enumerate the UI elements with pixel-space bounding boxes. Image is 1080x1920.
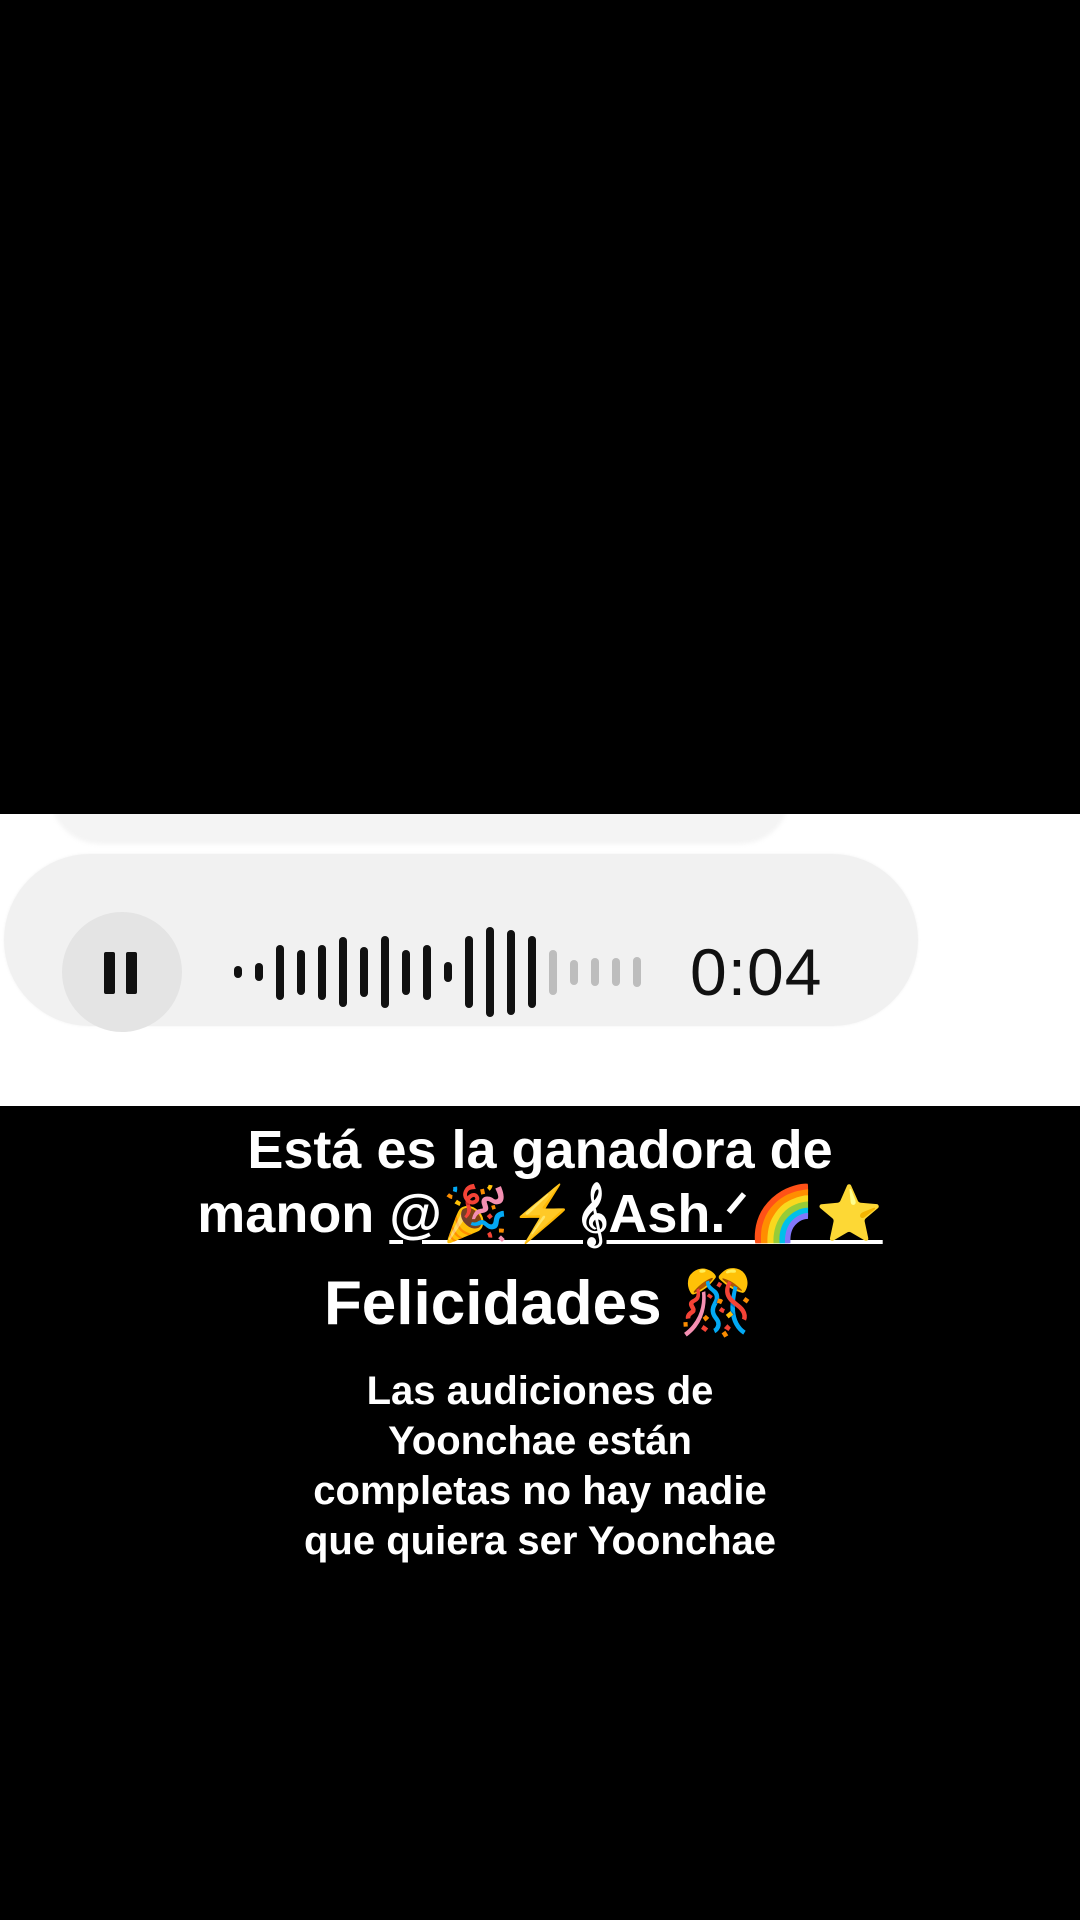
played-waveform-bar bbox=[339, 937, 347, 1007]
played-waveform-bar bbox=[255, 963, 263, 981]
unplayed-waveform-bar bbox=[549, 949, 557, 995]
played-waveform-bar bbox=[276, 944, 284, 1000]
sub-caption-line-2: Yoonchae están bbox=[388, 1419, 692, 1463]
played-waveform-bar bbox=[507, 929, 515, 1015]
audio-waveform[interactable] bbox=[234, 912, 654, 1032]
sub-caption-line-1: Las audiciones de bbox=[366, 1369, 714, 1413]
congratulations-text: Felicidades 🎊 bbox=[323, 1269, 757, 1338]
unplayed-waveform-bar bbox=[570, 959, 578, 985]
sub-caption-line-3: completas no hay nadie bbox=[313, 1469, 767, 1513]
played-waveform-bar bbox=[486, 927, 494, 1017]
duration-label: 0:04 bbox=[690, 935, 823, 1009]
caption-line-2-prefix: manon bbox=[197, 1184, 390, 1244]
voice-message-screenshot: 0:04 bbox=[0, 814, 1080, 1106]
caption-line-2: manon @🎉⚡𝄞Ash.ᐟ🌈⭐ bbox=[0, 1182, 1080, 1246]
pause-icon bbox=[104, 952, 140, 994]
unplayed-waveform-bar bbox=[591, 958, 599, 986]
played-waveform-bar bbox=[444, 962, 452, 982]
caption-line-1: Está es la ganadora de bbox=[247, 1120, 833, 1180]
played-waveform-bar bbox=[423, 944, 431, 1000]
unplayed-waveform-bar bbox=[633, 957, 641, 987]
user-mention-link[interactable]: @🎉⚡𝄞Ash.ᐟ🌈⭐ bbox=[389, 1184, 882, 1244]
played-waveform-bar bbox=[318, 944, 326, 1000]
played-waveform-bar bbox=[528, 936, 536, 1008]
sub-caption-line-4: que quiera ser Yoonchae bbox=[303, 1519, 776, 1563]
played-waveform-bar bbox=[402, 949, 410, 995]
caption-overlay: Está es la ganadora de manon @🎉⚡𝄞Ash.ᐟ🌈⭐… bbox=[0, 1106, 1080, 1566]
played-waveform-bar bbox=[360, 947, 368, 997]
video-black-area bbox=[0, 0, 1080, 814]
unplayed-waveform-bar bbox=[612, 958, 620, 986]
played-waveform-bar bbox=[381, 936, 389, 1008]
previous-message-bubble bbox=[50, 814, 790, 844]
pause-button[interactable] bbox=[62, 912, 182, 1032]
played-waveform-bar bbox=[234, 966, 242, 978]
played-waveform-bar bbox=[465, 936, 473, 1008]
played-waveform-bar bbox=[297, 949, 305, 995]
